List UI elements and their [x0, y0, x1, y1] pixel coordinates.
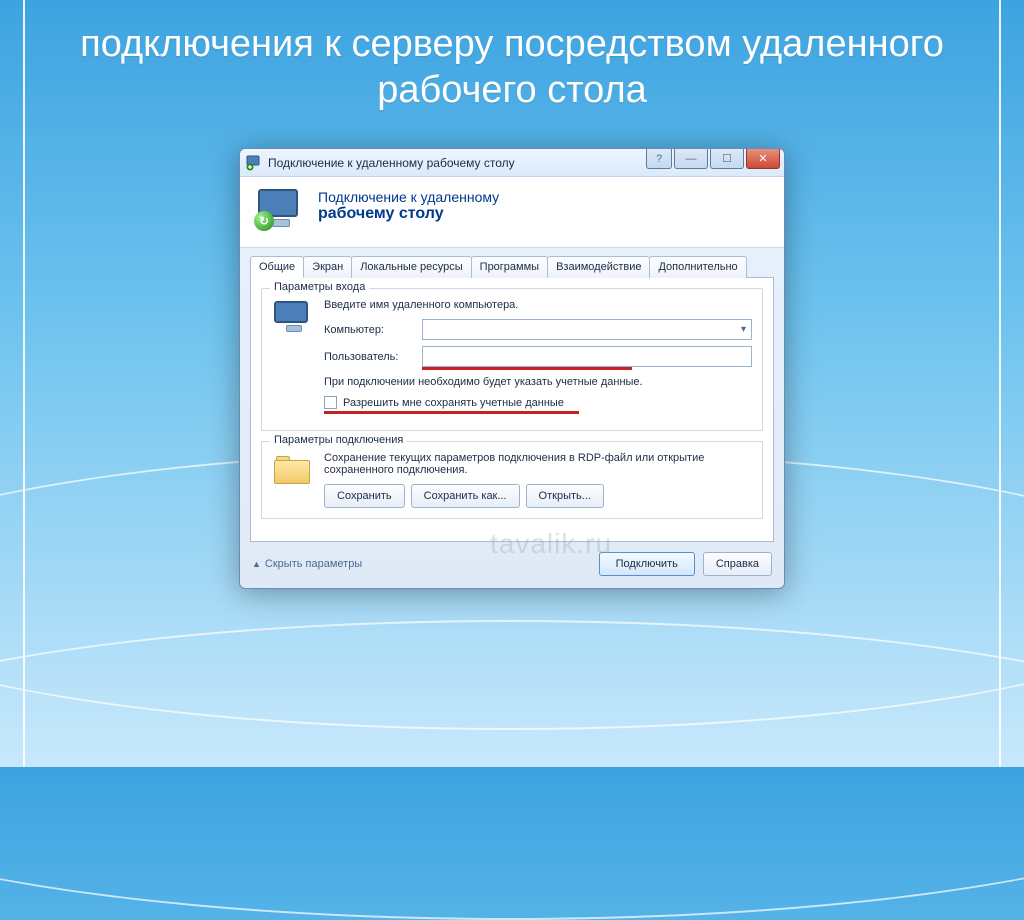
open-button[interactable]: Открыть... — [526, 484, 604, 508]
connection-parameters-group: Параметры подключения Сохранение текущих… — [261, 441, 763, 519]
tab-advanced[interactable]: Дополнительно — [649, 256, 746, 278]
tab-display[interactable]: Экран — [303, 256, 352, 278]
login-parameters-group: Параметры входа Введите имя удаленного к… — [261, 288, 763, 431]
save-credentials-label: Разрешить мне сохранять учетные данные — [343, 397, 564, 409]
chevron-up-icon: ▲ — [252, 559, 261, 569]
tab-panel-general: Параметры входа Введите имя удаленного к… — [250, 277, 774, 542]
credentials-note: При подключении необходимо будет указать… — [324, 376, 752, 388]
window-title: Подключение к удаленному рабочему столу — [268, 156, 515, 170]
connect-button[interactable]: Подключить — [599, 552, 695, 576]
help-footer-button[interactable]: Справка — [703, 552, 772, 576]
tab-local-resources[interactable]: Локальные ресурсы — [351, 256, 471, 278]
banner-line2: рабочему столу — [318, 205, 499, 223]
tab-experience[interactable]: Взаимодействие — [547, 256, 650, 278]
save-credentials-checkbox[interactable] — [324, 396, 337, 409]
folder-icon — [272, 454, 312, 486]
user-label: Пользователь: — [324, 351, 414, 363]
computer-combobox[interactable]: ▾ — [422, 319, 752, 340]
save-button[interactable]: Сохранить — [324, 484, 405, 508]
tab-general[interactable]: Общие — [250, 256, 304, 278]
window-titlebar[interactable]: Подключение к удаленному рабочему столу … — [240, 149, 784, 177]
minimize-button[interactable]: — — [674, 149, 708, 169]
login-intro: Введите имя удаленного компьютера. — [324, 299, 752, 311]
conn-group-title: Параметры подключения — [270, 434, 407, 446]
help-button[interactable]: ? — [646, 149, 672, 169]
conn-desc: Сохранение текущих параметров подключени… — [324, 452, 752, 476]
rdp-banner-icon: ↻ — [256, 189, 304, 233]
banner: ↻ Подключение к удаленному рабочему стол… — [240, 177, 784, 248]
rdp-window: Подключение к удаленному рабочему столу … — [239, 148, 785, 589]
rdp-app-icon — [246, 155, 262, 171]
login-group-title: Параметры входа — [270, 281, 369, 293]
close-button[interactable]: ✕ — [746, 149, 780, 169]
computer-icon — [272, 301, 312, 337]
chevron-down-icon: ▾ — [741, 324, 746, 335]
annotation-underline-user — [422, 367, 632, 370]
tab-strip: Общие Экран Локальные ресурсы Программы … — [250, 256, 774, 278]
maximize-button[interactable]: ☐ — [710, 149, 744, 169]
save-as-button[interactable]: Сохранить как... — [411, 484, 520, 508]
tab-programs[interactable]: Программы — [471, 256, 548, 278]
banner-line1: Подключение к удаленному — [318, 189, 499, 205]
user-input[interactable] — [422, 346, 752, 367]
hide-options-link[interactable]: ▲ Скрыть параметры — [252, 558, 362, 570]
slide-title: подключения к серверу посредством удален… — [60, 22, 964, 113]
annotation-underline-checkbox — [324, 411, 579, 414]
computer-label: Компьютер: — [324, 324, 414, 336]
